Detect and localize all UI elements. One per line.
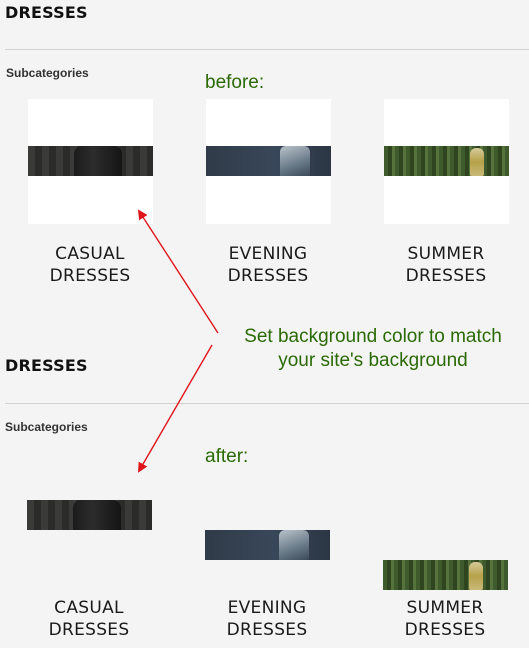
- category-heading: DRESSES: [5, 3, 88, 22]
- subcategories-label: Subcategories: [5, 420, 88, 434]
- annotation-text: Set background color to match your site'…: [223, 325, 523, 373]
- label-line: SUMMER: [407, 244, 485, 264]
- label-line: CASUAL: [55, 244, 125, 264]
- before-note: before:: [205, 72, 265, 93]
- subcategory-thumbnail-evening[interactable]: [206, 99, 331, 224]
- annotation-line: Set background color to match: [244, 326, 502, 347]
- label-line: EVENING: [228, 244, 308, 264]
- subcategory-thumbnail-summer[interactable]: [384, 99, 509, 224]
- label-line: DRESSES: [49, 266, 131, 286]
- label-line: DRESSES: [226, 620, 308, 640]
- subcategory-link-evening[interactable]: EVENING DRESSES: [187, 597, 347, 641]
- subcategory-link-casual[interactable]: CASUAL DRESSES: [10, 243, 170, 287]
- divider: [5, 403, 529, 404]
- label-line: CASUAL: [54, 598, 124, 618]
- subcategories-label: Subcategories: [6, 66, 89, 80]
- subcategory-link-evening[interactable]: EVENING DRESSES: [188, 243, 348, 287]
- label-line: DRESSES: [227, 266, 309, 286]
- subcategory-thumbnail-evening[interactable]: [205, 530, 330, 560]
- after-note: after:: [205, 446, 249, 467]
- annotation-line: your site's background: [278, 350, 468, 371]
- category-heading: DRESSES: [5, 356, 88, 375]
- casual-photo: [28, 146, 153, 176]
- subcategory-link-casual[interactable]: CASUAL DRESSES: [9, 597, 169, 641]
- arrow-to-after: [137, 344, 213, 473]
- subcategory-link-summer[interactable]: SUMMER DRESSES: [366, 243, 526, 287]
- label-line: DRESSES: [48, 620, 130, 640]
- label-line: DRESSES: [405, 266, 487, 286]
- subcategory-link-summer[interactable]: SUMMER DRESSES: [365, 597, 525, 641]
- label-line: SUMMER: [406, 598, 484, 618]
- evening-photo: [206, 146, 331, 176]
- label-line: DRESSES: [404, 620, 486, 640]
- divider: [5, 49, 529, 50]
- label-line: EVENING: [227, 598, 307, 618]
- subcategory-thumbnail-summer[interactable]: [383, 560, 508, 590]
- summer-photo: [384, 146, 509, 176]
- subcategory-thumbnail-casual[interactable]: [27, 500, 152, 530]
- subcategory-thumbnail-casual[interactable]: [28, 99, 153, 224]
